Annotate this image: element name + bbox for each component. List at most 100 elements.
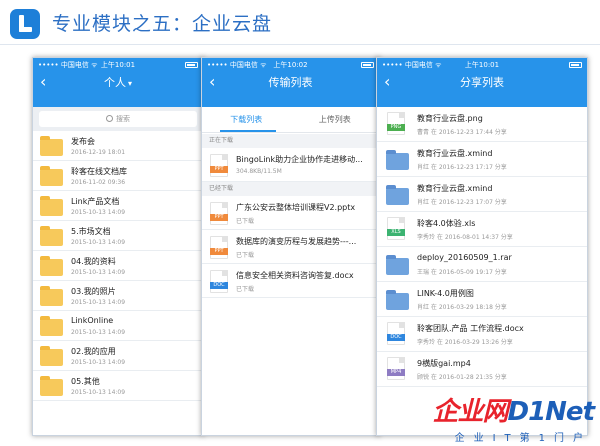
- folder-name: 5.市场文档: [71, 227, 111, 236]
- phone-share-list: ••••• 中国电信 ᯤ 上午10:01 ‹ 分享列表 PNG 教育行业云盘.pn…: [376, 57, 588, 436]
- battery-icon: [569, 62, 582, 68]
- shared-by-info: 肖红 在 2016-12-23 17:07 分享: [417, 199, 507, 206]
- folder-row[interactable]: 聆客在线文档库 2016-11-02 09:36: [33, 161, 203, 191]
- folder-date: 2016-12-19 18:01: [71, 149, 126, 156]
- watermark-logo: 企业网D1Net: [432, 397, 595, 427]
- shared-item-row[interactable]: DOC 聆客团队.产品 工作流程.docx 李秀玲 在 2016-03-29 13:…: [377, 317, 587, 352]
- shared-item-name: 聆客团队.产品 工作流程.docx: [417, 324, 524, 333]
- folder-row[interactable]: 03.我的照片 2015-10-13 14:09: [33, 281, 203, 311]
- ppt-file-icon: PPT: [210, 154, 228, 177]
- shared-item-name: deploy_20160509_1.rar: [417, 253, 512, 262]
- shared-item-name: 聆客4.0体验.xls: [417, 219, 476, 228]
- battery-icon: [361, 62, 374, 68]
- doc-file-icon: DOC: [210, 270, 228, 293]
- folder-row[interactable]: 发布会 2016-12-19 18:01: [33, 131, 203, 161]
- doc-file-icon: DOC: [387, 322, 405, 345]
- chevron-down-icon: ▾: [127, 79, 132, 88]
- file-type-badge: PPT: [210, 166, 228, 173]
- ppt-file-icon: PPT: [210, 202, 228, 225]
- folder-icon: [40, 376, 63, 396]
- transfer-row[interactable]: PPT 广东公安云整体培训课程V2.pptx 已下载: [202, 196, 379, 230]
- slide-title: 专业模块之五：企业云盘: [52, 13, 273, 35]
- nav-bar: ••••• 中国电信 ᯤ 上午10:02 ‹ 传输列表: [202, 58, 379, 107]
- png-file-icon: PNG: [387, 112, 405, 135]
- status-time: 上午10:01: [100, 61, 136, 69]
- folder-icon: [40, 256, 63, 276]
- shared-item-name: 9横版gai.mp4: [417, 359, 471, 368]
- folder-date: 2015-10-13 14:09: [71, 389, 126, 396]
- folder-icon: [40, 136, 63, 156]
- carrier-status: ••••• 中国电信 ᯤ: [38, 61, 98, 69]
- transfer-status: 已下载: [236, 218, 255, 225]
- shared-by-info: 李秀玲 在 2016-03-29 13:26 分享: [417, 339, 513, 346]
- file-type-badge: XLS: [387, 229, 405, 236]
- shared-by-info: 顾锐 在 2016-01-28 21:35 分享: [417, 374, 507, 381]
- file-list: 发布会 2016-12-19 18:01 聆客在线文档库 2016-11-02 09:…: [33, 131, 203, 401]
- file-type-badge: PNG: [387, 124, 405, 131]
- folder-date: 2015-10-13 14:09: [71, 239, 126, 246]
- phone-personal-files: ••••• 中国电信 ᯤ 上午10:01 ‹ 个人 ▾ 搜索 发布会 2016-12…: [32, 57, 204, 436]
- folder-row[interactable]: 05.其他 2015-10-13 14:09: [33, 371, 203, 401]
- folder-row[interactable]: 02.我的应用 2015-10-13 14:09: [33, 341, 203, 371]
- folder-date: 2015-10-13 14:09: [71, 359, 126, 366]
- shared-by-info: 曹青 在 2016-12-23 17:44 分享: [417, 129, 507, 136]
- title-divider: [0, 44, 600, 45]
- nav-title: 分享列表: [460, 76, 504, 89]
- nav-title: 传输列表: [268, 76, 313, 89]
- shared-item-row[interactable]: 教育行业云盘.xmind 肖红 在 2016-12-23 17:07 分享: [377, 177, 587, 212]
- carrier-status: ••••• 中国电信 ᯤ: [382, 61, 442, 69]
- shared-by-info: 王瑞 在 2016-05-09 19:17 分享: [417, 269, 507, 276]
- ppt-file-icon: PPT: [210, 236, 228, 259]
- phone-transfer-list: ••••• 中国电信 ᯤ 上午10:02 ‹ 传输列表 下载列表 上传列表 正在…: [201, 57, 380, 436]
- shared-item-name: LINK-4.0用例图: [417, 289, 474, 298]
- transfer-file-name: 数据库的演变历程与发展趋势---...: [236, 237, 357, 246]
- folder-date: 2015-10-13 14:09: [71, 329, 126, 336]
- active-tab-indicator: [220, 130, 276, 132]
- folder-icon: [40, 316, 63, 336]
- folder-row[interactable]: 04.我的资料 2015-10-13 14:09: [33, 251, 203, 281]
- folder-name: LinkOnline: [71, 316, 114, 325]
- transfer-row[interactable]: PPT 数据库的演变历程与发展趋势---... 已下载: [202, 230, 379, 264]
- search-icon: [106, 114, 113, 122]
- shared-item-row[interactable]: 教育行业云盘.xmind 肖红 在 2016-12-23 17:17 分享: [377, 142, 587, 177]
- shared-item-name: 教育行业云盘.xmind: [417, 184, 493, 193]
- shared-item-name: 教育行业云盘.xmind: [417, 149, 493, 158]
- file-type-badge: MP4: [387, 369, 405, 376]
- nav-title[interactable]: 个人 ▾: [33, 74, 203, 90]
- folder-icon: [40, 346, 63, 366]
- status-time: 上午10:01: [464, 61, 500, 69]
- folder-name: Link产品文档: [71, 197, 120, 206]
- shared-item-row[interactable]: PNG 教育行业云盘.png 曹青 在 2016-12-23 17:44 分享: [377, 107, 587, 142]
- shared-by-info: 肖红 在 2016-12-23 17:17 分享: [417, 164, 507, 171]
- search-input[interactable]: 搜索: [39, 111, 197, 127]
- folder-row[interactable]: LinkOnline 2015-10-13 14:09: [33, 311, 203, 341]
- transfer-file-name: 信息安全相关资料咨询答复.docx: [236, 271, 354, 280]
- search-bar: 搜索: [33, 107, 203, 131]
- folder-icon: [386, 255, 409, 275]
- shared-item-row[interactable]: XLS 聆客4.0体验.xls 李秀玲 在 2016-08-01 14:37 分享: [377, 212, 587, 247]
- transfer-row[interactable]: DOC 信息安全相关资料咨询答复.docx 已下载: [202, 264, 379, 298]
- file-type-badge: PPT: [210, 248, 228, 255]
- folder-row[interactable]: Link产品文档 2015-10-13 14:09: [33, 191, 203, 221]
- shared-item-row[interactable]: MP4 9横版gai.mp4 顾锐 在 2016-01-28 21:35 分享: [377, 352, 587, 387]
- folder-date: 2015-10-13 14:09: [71, 269, 126, 276]
- transfer-list: 正在下载 PPT BingoLink助力企业协作走进移动... 304.8KB/11…: [202, 134, 379, 298]
- shared-item-row[interactable]: deploy_20160509_1.rar 王瑞 在 2016-05-09 19:…: [377, 247, 587, 282]
- folder-icon: [386, 290, 409, 310]
- file-type-badge: DOC: [387, 334, 405, 341]
- folder-name: 聆客在线文档库: [71, 167, 127, 176]
- tab-upload-list[interactable]: 上传列表: [291, 107, 380, 133]
- shared-item-name: 教育行业云盘.png: [417, 114, 483, 123]
- nav-bar: ••••• 中国电信 ᯤ 上午10:01 ‹ 分享列表: [377, 58, 587, 107]
- transfer-status: 已下载: [236, 252, 255, 259]
- transfer-row[interactable]: PPT BingoLink助力企业协作走进移动... 304.8KB/11.5M: [202, 148, 379, 182]
- shared-by-info: 李秀玲 在 2016-08-01 14:37 分享: [417, 234, 513, 241]
- folder-icon: [386, 185, 409, 205]
- folder-name: 04.我的资料: [71, 257, 116, 266]
- folder-icon: [40, 196, 63, 216]
- folder-name: 02.我的应用: [71, 347, 116, 356]
- folder-row[interactable]: 5.市场文档 2015-10-13 14:09: [33, 221, 203, 251]
- status-time: 上午10:02: [273, 61, 308, 69]
- folder-date: 2016-11-02 09:36: [71, 179, 126, 186]
- shared-item-row[interactable]: LINK-4.0用例图 肖红 在 2016-03-29 18:18 分享: [377, 282, 587, 317]
